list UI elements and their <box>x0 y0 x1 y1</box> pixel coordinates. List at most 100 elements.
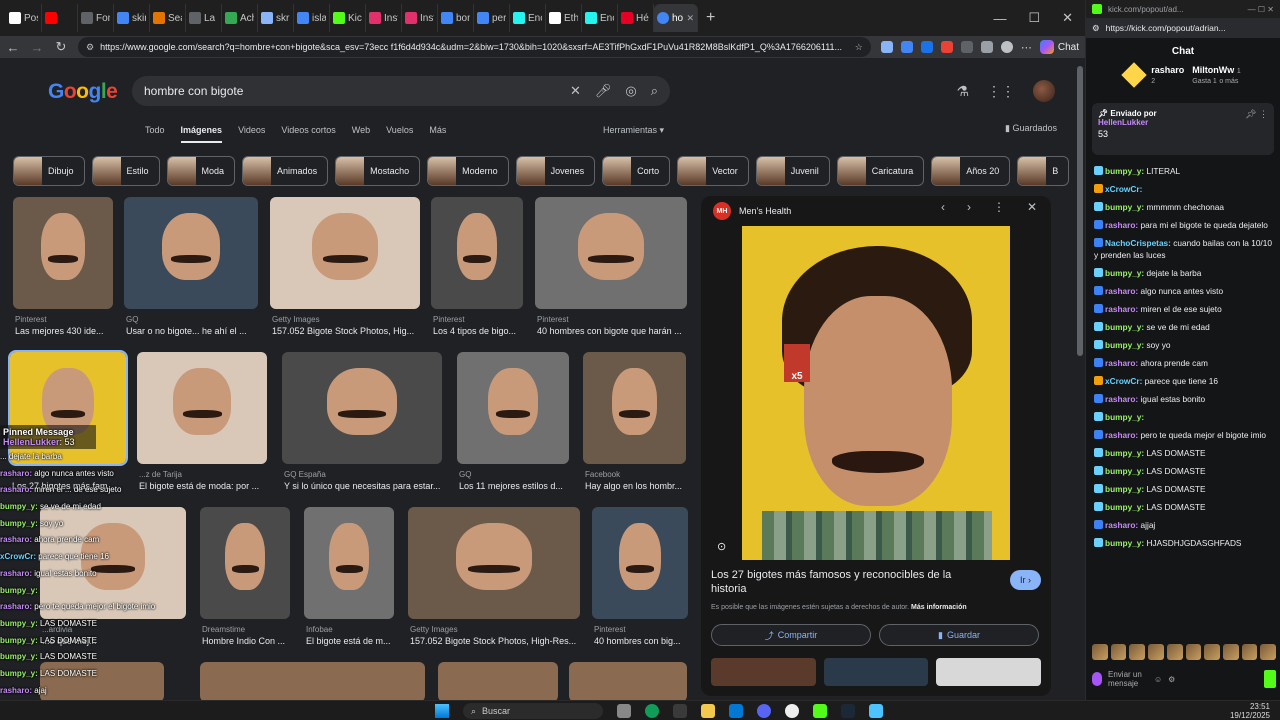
steam-icon[interactable] <box>841 704 855 718</box>
extension-icon[interactable] <box>880 41 893 53</box>
forward-icon[interactable]: → <box>30 40 44 55</box>
refinement-chip[interactable]: Moda <box>166 156 236 186</box>
result-title[interactable]: Y si lo único que necesitas para estar..… <box>284 481 440 491</box>
refinement-chip[interactable]: Dibujo <box>13 156 85 186</box>
tools-button[interactable]: Herramientas ▾ <box>603 125 664 136</box>
chat-username[interactable]: rasharo: <box>1105 394 1138 404</box>
kick-app-icon[interactable] <box>813 704 827 718</box>
new-tab-button[interactable]: + <box>706 9 715 27</box>
refinement-chip[interactable]: Vector <box>677 156 749 186</box>
browser-tab[interactable]: Inst <box>402 4 438 32</box>
search-tab[interactable]: Videos <box>238 125 265 143</box>
preview-image[interactable]: x5 <box>742 226 1010 560</box>
chat-username[interactable]: bumpy_y: <box>1105 340 1144 350</box>
profile-avatar[interactable] <box>1000 41 1013 53</box>
system-clock[interactable]: 23:51 19/12/2025 <box>1230 702 1270 720</box>
result-source[interactable]: Infobae <box>306 625 333 634</box>
image-result[interactable] <box>438 662 558 700</box>
result-source[interactable]: GQ <box>126 315 138 324</box>
voice-search-icon[interactable]: 🎤︎ <box>595 83 612 99</box>
browser-tab[interactable]: isla <box>294 4 330 32</box>
image-result[interactable] <box>13 197 113 309</box>
search-input[interactable]: hombre con bigote <box>144 84 556 98</box>
result-title[interactable]: 157.052 Bigote Stock Photos, Hig... <box>272 326 414 336</box>
refinement-chip[interactable]: Años 20 <box>931 156 1011 186</box>
chat-mic-icon[interactable] <box>1092 672 1102 686</box>
preview-source[interactable]: MH Men's Health <box>713 202 791 220</box>
chat-username[interactable]: bumpy_y: <box>1105 166 1144 176</box>
result-title[interactable]: Las mejores 430 ide... <box>15 326 104 336</box>
result-source[interactable]: GQ <box>459 470 471 479</box>
result-title[interactable]: Usar o no bigote... he ahí el ... <box>126 326 247 336</box>
chat-username[interactable]: rasharo: <box>1105 430 1138 440</box>
search-tab[interactable]: Todo <box>145 125 165 143</box>
chat-input[interactable]: Enviar un mensaje <box>1108 670 1148 688</box>
image-result[interactable] <box>457 352 569 464</box>
image-result[interactable] <box>592 507 688 619</box>
refinement-chip[interactable]: Juvenil <box>755 156 830 186</box>
result-title[interactable]: Los 11 mejores estilos d... <box>459 481 563 491</box>
back-icon[interactable]: ← <box>6 40 20 55</box>
discord-icon[interactable] <box>757 704 771 718</box>
chrome-icon[interactable] <box>785 704 799 718</box>
emote[interactable] <box>1204 644 1220 660</box>
bookmark-star-icon[interactable]: ☆ <box>855 42 863 53</box>
apps-grid-icon[interactable]: ⋮⋮ <box>987 83 1015 100</box>
chat-username[interactable]: rasharo: <box>1105 286 1138 296</box>
file-explorer-icon[interactable] <box>701 704 715 718</box>
chat-username[interactable]: bumpy_y: <box>1105 268 1144 278</box>
browser-tab[interactable]: Ach <box>222 4 258 32</box>
result-title[interactable]: Hombre Indio Con ... <box>202 636 285 646</box>
result-source[interactable]: Getty Images <box>410 625 458 634</box>
image-result[interactable] <box>535 197 687 309</box>
chat-username[interactable]: bumpy_y: <box>1105 502 1144 512</box>
chat-username[interactable]: xCrowCr: <box>1105 376 1142 386</box>
emote[interactable] <box>1148 644 1164 660</box>
chat-username[interactable]: xCrowCr: <box>1105 184 1142 194</box>
extension-icon[interactable] <box>960 41 973 53</box>
extension-icon[interactable] <box>920 41 933 53</box>
chat-username[interactable]: bumpy_y: <box>1105 412 1144 422</box>
chat-username[interactable]: NachoCrispetas: <box>1105 238 1171 248</box>
search-tab[interactable]: Web <box>352 125 370 143</box>
image-result[interactable] <box>304 507 394 619</box>
previous-icon[interactable]: ‹ <box>941 200 945 214</box>
chat-username[interactable]: bumpy_y: <box>1105 538 1144 548</box>
labs-flask-icon[interactable]: ⚗ <box>956 83 969 100</box>
chat-username[interactable]: bumpy_y: <box>1105 202 1144 212</box>
result-title[interactable]: Hay algo en los hombr... <box>585 481 682 491</box>
chat-username[interactable]: bumpy_y: <box>1105 448 1144 458</box>
refinement-chip[interactable]: Caricatura <box>836 156 925 186</box>
browser-tab[interactable]: bon <box>438 4 474 32</box>
site-info-icon[interactable]: ⚙ <box>86 42 94 53</box>
result-title[interactable]: El bigote está de m... <box>306 636 391 646</box>
browser-tab[interactable]: Pos <box>6 4 42 32</box>
top-gifter-name[interactable]: MiltonWw <box>1192 65 1234 75</box>
emote[interactable] <box>1110 644 1127 660</box>
search-tab[interactable]: Vuelos <box>386 125 413 143</box>
image-result[interactable] <box>309 662 425 700</box>
refinement-chip[interactable]: Mostacho <box>335 156 421 186</box>
browser-tab[interactable]: Kick <box>330 4 366 32</box>
app-icon[interactable] <box>869 704 883 718</box>
clear-search-icon[interactable]: ✕ <box>570 83 581 99</box>
chat-username[interactable]: bumpy_y: <box>1105 322 1144 332</box>
pinned-message[interactable]: 📌︎ Enviado por HellenLukker 53 📌︎ ⋮ <box>1092 103 1274 155</box>
result-source[interactable]: Getty Images <box>272 315 320 324</box>
windows-start-icon[interactable] <box>435 704 449 718</box>
chat-username[interactable]: rasharo: <box>1105 304 1138 314</box>
result-title[interactable]: 157.052 Bigote Stock Photos, High-Res... <box>410 636 576 646</box>
store-icon[interactable] <box>729 704 743 718</box>
extension-icon[interactable] <box>900 41 913 53</box>
result-title[interactable]: 40 hombres con bigote que harán ... <box>537 326 682 336</box>
chat-username[interactable]: rasharo: <box>1105 358 1138 368</box>
share-button[interactable]: ⤴ Compartir <box>711 624 871 646</box>
emote[interactable] <box>1092 644 1108 660</box>
emoji-icon[interactable]: ☺ <box>1154 675 1162 684</box>
image-result[interactable] <box>408 507 580 619</box>
image-result[interactable] <box>124 197 258 309</box>
search-tab[interactable]: Videos cortos <box>281 125 335 143</box>
image-result[interactable] <box>282 352 442 464</box>
more-info-link[interactable]: Más información <box>911 604 967 611</box>
search-tab[interactable]: Más <box>429 125 446 143</box>
